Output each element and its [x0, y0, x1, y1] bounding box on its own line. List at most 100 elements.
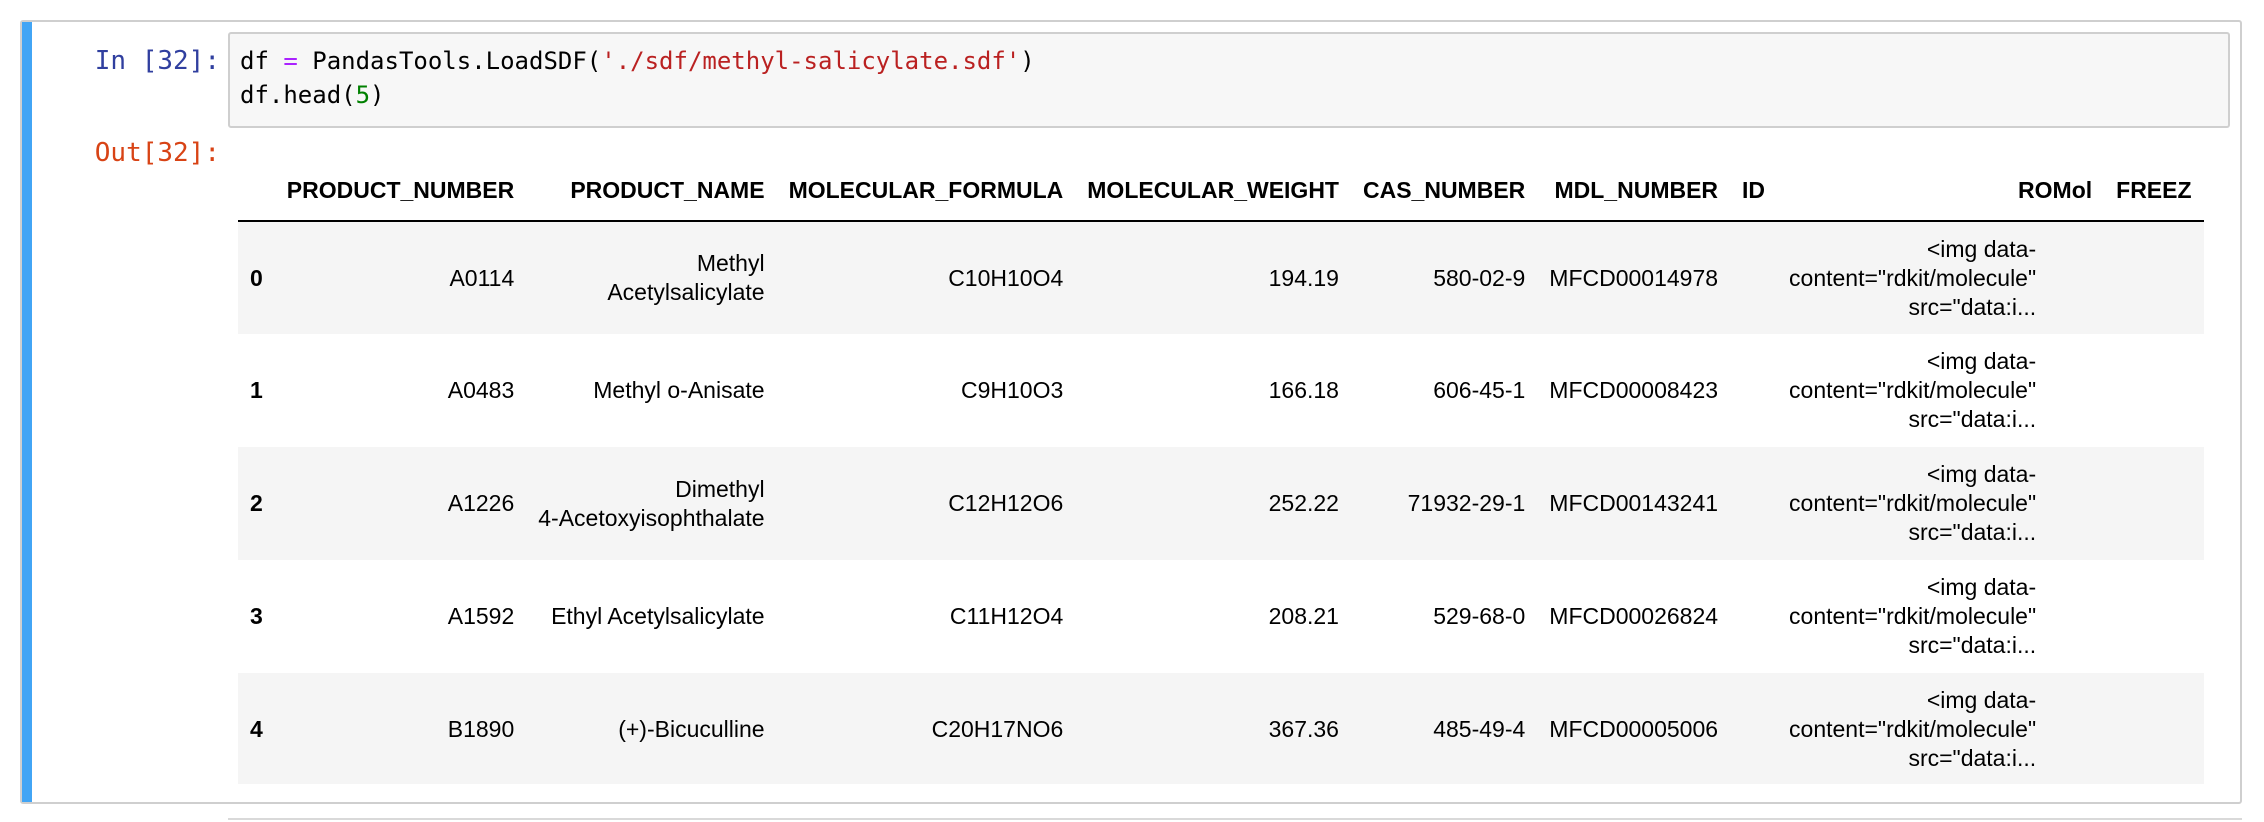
romol-cell-line: <img data-: [1926, 461, 2037, 487]
product-number-header: PRODUCT_NUMBER: [286, 176, 515, 203]
code-token: 5: [355, 81, 371, 109]
romol-cell-line: src="data:i...: [1908, 406, 2037, 432]
mdl-number-cell: MFCD00143241: [1549, 490, 1719, 516]
molecular-formula-cell: C10H10O4: [948, 264, 1064, 291]
cas-number-cell: 580-02-9: [1433, 264, 1526, 291]
product-number-cell: A0114: [449, 264, 515, 291]
romol-cell: <img data-content="rdkit/molecule" src="d…: [1777, 673, 2104, 784]
molecular-weight-cell: 208.21: [1268, 603, 1339, 629]
product-name-cell-line: Ethyl Acetylsalicylate: [551, 603, 765, 629]
row-index: 2: [250, 490, 263, 516]
cas-number-cell: 529-68-0: [1433, 603, 1526, 629]
romol-cell: <img data-content="rdkit/molecule" src="d…: [1777, 447, 2104, 560]
id-cell: [1730, 447, 1777, 560]
code-line-1: df = PandasTools.LoadSDF('./sdf/methyl-s…: [240, 44, 2218, 78]
freez-cell: [2104, 560, 2203, 673]
cas-number-cell: 71932-29-1: [1407, 490, 1526, 516]
romol-cell-line: src="data:i...: [1908, 519, 2037, 545]
mdl-number-header: MDL_NUMBER: [1554, 176, 1719, 203]
table-row: 2 A1226 Dimethyl 4-Acetoxyisophthalate C12H1…: [238, 447, 2204, 560]
mdl-number-cell: MFCD00014978: [1549, 264, 1719, 291]
cas-number-cell: 606-45-1: [1433, 377, 1526, 403]
romol-cell-line: src="data:i...: [1908, 293, 2037, 320]
mdl-number-cell: MFCD00005006: [1549, 716, 1719, 742]
id-header: ID: [1742, 176, 1766, 203]
table-row: 3 A1592 Ethyl Acetylsalicylate C11H12O4 208.…: [238, 560, 2204, 673]
code-token: './sdf/methyl-salicylate.sdf': [601, 47, 1021, 75]
mdl-number-cell: MFCD00026824: [1549, 603, 1719, 629]
molecular-formula-cell: C11H12O4: [949, 603, 1064, 629]
input-prompt: In [32]:: [94, 46, 220, 76]
code-token: =: [283, 47, 298, 75]
romol-cell-line: <img data-: [1926, 235, 2037, 262]
table-row: 0 A0114 Methyl Acetylsalicylate C10H10O4 194.…: [238, 221, 2204, 334]
romol-cell-line: src="data:i...: [1908, 632, 2037, 658]
romol-cell-line: content="rdkit/molecule": [1789, 264, 2037, 291]
product-name-cell-line: Methyl o-Anisate: [593, 377, 765, 403]
code-token: df: [240, 47, 284, 75]
product-name-cell-line: (+)-Bicuculline: [618, 716, 765, 742]
molecular-weight-header: MOLECULAR_WEIGHT: [1087, 176, 1339, 203]
cas-number-header: CAS_NUMBER: [1362, 176, 1526, 203]
molecular-formula-cell: C12H12O6: [948, 490, 1064, 516]
table-row: 4 B1890 (+)-Bicuculline C20H17NO6 367.36 485-…: [238, 673, 2204, 784]
romol-cell-line: content="rdkit/molecule": [1789, 716, 2037, 742]
product-name-cell-line: Methyl: [696, 250, 765, 276]
molecular-weight-cell: 194.19: [1268, 264, 1339, 291]
product-name-cell: Ethyl Acetylsalicylate: [526, 560, 776, 673]
product-number-cell: A1592: [447, 603, 515, 629]
molecular-weight-cell: 367.36: [1268, 716, 1339, 742]
id-cell: [1730, 673, 1777, 784]
product-name-cell-line: Acetylsalicylate: [607, 279, 765, 305]
product-name-cell-line: Dimethyl: [675, 475, 765, 502]
romol-cell-line: <img data-: [1926, 348, 2037, 374]
freez-header: FREEZ: [2116, 176, 2192, 203]
id-cell: [1730, 221, 1777, 334]
molecular-formula-cell: C20H17NO6: [931, 716, 1064, 742]
freez-cell: [2104, 673, 2203, 784]
romol-cell-line: content="rdkit/molecule": [1789, 377, 2037, 403]
row-index: 1: [250, 377, 263, 403]
cas-number-cell: 485-49-4: [1433, 716, 1526, 742]
romol-cell-line: <img data-: [1926, 574, 2037, 600]
code-line-2: df.head(5): [240, 78, 2218, 112]
table-row: 1 A0483 Methyl o-Anisate C9H10O3 166.18 606-4…: [238, 334, 2204, 447]
romol-cell-line: src="data:i...: [1908, 745, 2037, 771]
code-token: ): [370, 81, 385, 109]
id-cell: [1730, 560, 1777, 673]
row-index: 3: [250, 603, 263, 629]
product-name-cell: (+)-Bicuculline: [526, 673, 776, 784]
output-area: PRODUCT_NUMBER PRODUCT_NAME MOLECULAR_FORM…: [238, 160, 2222, 784]
freez-cell: [2104, 221, 2203, 334]
row-index: 0: [250, 264, 263, 291]
product-number-cell: B1890: [447, 716, 515, 742]
product-name-cell: Methyl Acetylsalicylate: [526, 221, 776, 334]
code-editor[interactable]: df = PandasTools.LoadSDF('./sdf/methyl-s…: [228, 32, 2230, 128]
next-cell-border: [228, 818, 2242, 820]
code-token: df.head(: [240, 81, 356, 109]
product-name-cell-line: 4-Acetoxyisophthalate: [538, 504, 765, 531]
molecular-weight-cell: 252.22: [1268, 490, 1339, 516]
product-name-cell: Methyl o-Anisate: [526, 334, 776, 447]
row-index: 4: [250, 716, 263, 742]
table-body: 0 A0114 Methyl Acetylsalicylate C10H10O4 194.…: [238, 221, 2204, 784]
product-name-header: PRODUCT_NAME: [570, 176, 765, 203]
product-number-cell: A1226: [447, 490, 515, 516]
code-token: PandasTools.LoadSDF(: [297, 47, 602, 75]
molecular-formula-header: MOLECULAR_FORMULA: [788, 176, 1064, 203]
id-cell: [1730, 334, 1777, 447]
mdl-number-cell: MFCD00008423: [1549, 377, 1719, 403]
code-token: ): [1020, 47, 1035, 75]
molecular-formula-cell: C9H10O3: [960, 377, 1064, 403]
romol-cell-line: <img data-: [1926, 687, 2037, 713]
romol-cell: <img data-content="rdkit/molecule" src="d…: [1777, 334, 2104, 447]
product-name-cell: Dimethyl 4-Acetoxyisophthalate: [526, 447, 776, 560]
dataframe-table: PRODUCT_NUMBER PRODUCT_NAME MOLECULAR_FORM…: [238, 160, 2204, 784]
romol-header: ROMol: [2018, 176, 2093, 203]
table-header-row: PRODUCT_NUMBER PRODUCT_NAME MOLECULAR_FORM…: [238, 160, 2204, 221]
romol-cell: <img data-content="rdkit/molecule" src="d…: [1777, 560, 2104, 673]
freez-cell: [2104, 334, 2203, 447]
romol-cell-line: content="rdkit/molecule": [1789, 490, 2037, 516]
output-prompt: Out[32]:: [94, 138, 220, 168]
romol-cell: <img data-content="rdkit/molecule" src="d…: [1777, 221, 2104, 334]
